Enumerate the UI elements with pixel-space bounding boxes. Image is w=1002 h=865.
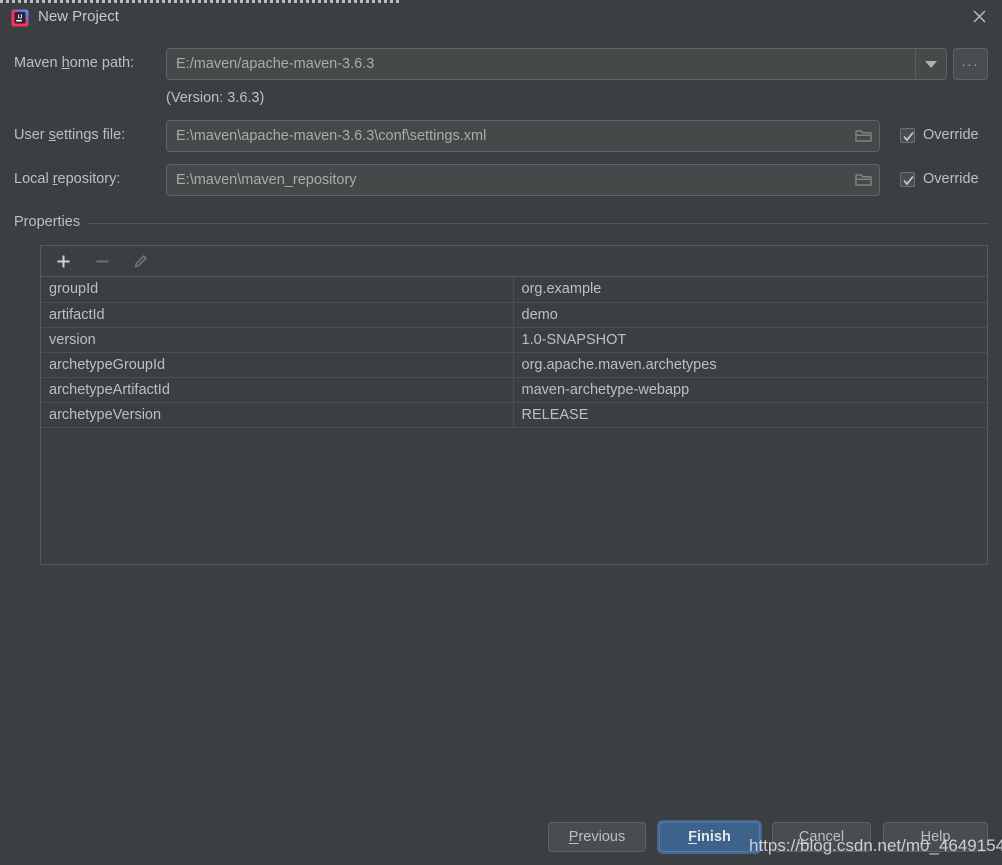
local-repository-override-checkbox[interactable]: Override: [900, 171, 979, 187]
properties-toolbar: [41, 246, 987, 277]
local-repository-folder-icon[interactable]: [848, 165, 878, 195]
local-repository-override-label: Override: [923, 171, 979, 187]
cancel-button[interactable]: Cancel: [772, 822, 871, 852]
chevron-down-icon: [925, 60, 937, 68]
table-row[interactable]: archetypeVersion RELEASE: [41, 402, 987, 428]
new-project-dialog: IJ New Project Maven home path: E:/maven…: [0, 0, 1002, 865]
table-row[interactable]: archetypeGroupId org.apache.maven.archet…: [41, 352, 987, 378]
property-value: 1.0-SNAPSHOT: [513, 327, 987, 353]
finish-button[interactable]: Finish: [659, 822, 760, 852]
property-value: org.apache.maven.archetypes: [513, 352, 987, 378]
properties-table-body: groupId org.example artifactId demo vers…: [41, 277, 987, 428]
previous-button[interactable]: Previous: [548, 822, 646, 852]
maven-home-path-input[interactable]: E:/maven/apache-maven-3.6.3: [166, 48, 916, 80]
user-settings-folder-icon[interactable]: [848, 121, 878, 151]
properties-table-panel: groupId org.example artifactId demo vers…: [40, 245, 988, 565]
user-settings-override-checkbox[interactable]: Override: [900, 127, 979, 143]
maven-home-path-label: Maven home path:: [14, 55, 135, 71]
maven-home-browse-button[interactable]: ...: [953, 48, 988, 80]
svg-text:IJ: IJ: [18, 15, 23, 21]
table-row[interactable]: artifactId demo: [41, 302, 987, 328]
properties-group-separator: [14, 223, 988, 224]
property-key: archetypeGroupId: [41, 352, 514, 378]
properties-group-label: Properties: [14, 214, 89, 230]
user-settings-file-input[interactable]: E:\maven\apache-maven-3.6.3\conf\setting…: [166, 120, 880, 152]
user-settings-override-label: Override: [923, 127, 979, 143]
checkbox-box: [900, 127, 915, 143]
property-key: artifactId: [41, 302, 514, 328]
minus-icon: [92, 251, 112, 271]
property-key: version: [41, 327, 514, 353]
local-repository-label: Local repository:: [14, 171, 121, 187]
user-settings-file-label: User settings file:: [14, 127, 126, 143]
title-bar: IJ New Project: [0, 0, 1002, 36]
local-repository-input[interactable]: E:\maven\maven_repository: [166, 164, 880, 196]
property-value: RELEASE: [513, 402, 987, 428]
property-key: archetypeArtifactId: [41, 377, 514, 403]
window-title: New Project: [38, 8, 119, 25]
plus-icon[interactable]: [53, 251, 73, 271]
property-value: demo: [513, 302, 987, 328]
property-key: groupId: [41, 277, 514, 303]
property-value: org.example: [513, 277, 987, 303]
maven-home-path-dropdown[interactable]: [915, 48, 947, 80]
property-value: maven-archetype-webapp: [513, 377, 987, 403]
property-key: archetypeVersion: [41, 402, 514, 428]
table-row[interactable]: groupId org.example: [41, 277, 987, 303]
intellij-idea-icon: IJ: [11, 9, 29, 27]
properties-table: groupId org.example artifactId demo vers…: [41, 277, 987, 428]
table-row[interactable]: version 1.0-SNAPSHOT: [41, 327, 987, 353]
help-button[interactable]: Help: [883, 822, 988, 852]
checkbox-box: [900, 171, 915, 187]
pencil-icon: [131, 251, 151, 271]
close-icon[interactable]: [956, 0, 1002, 33]
table-row[interactable]: archetypeArtifactId maven-archetype-weba…: [41, 377, 987, 403]
maven-version-note: (Version: 3.6.3): [166, 90, 265, 106]
